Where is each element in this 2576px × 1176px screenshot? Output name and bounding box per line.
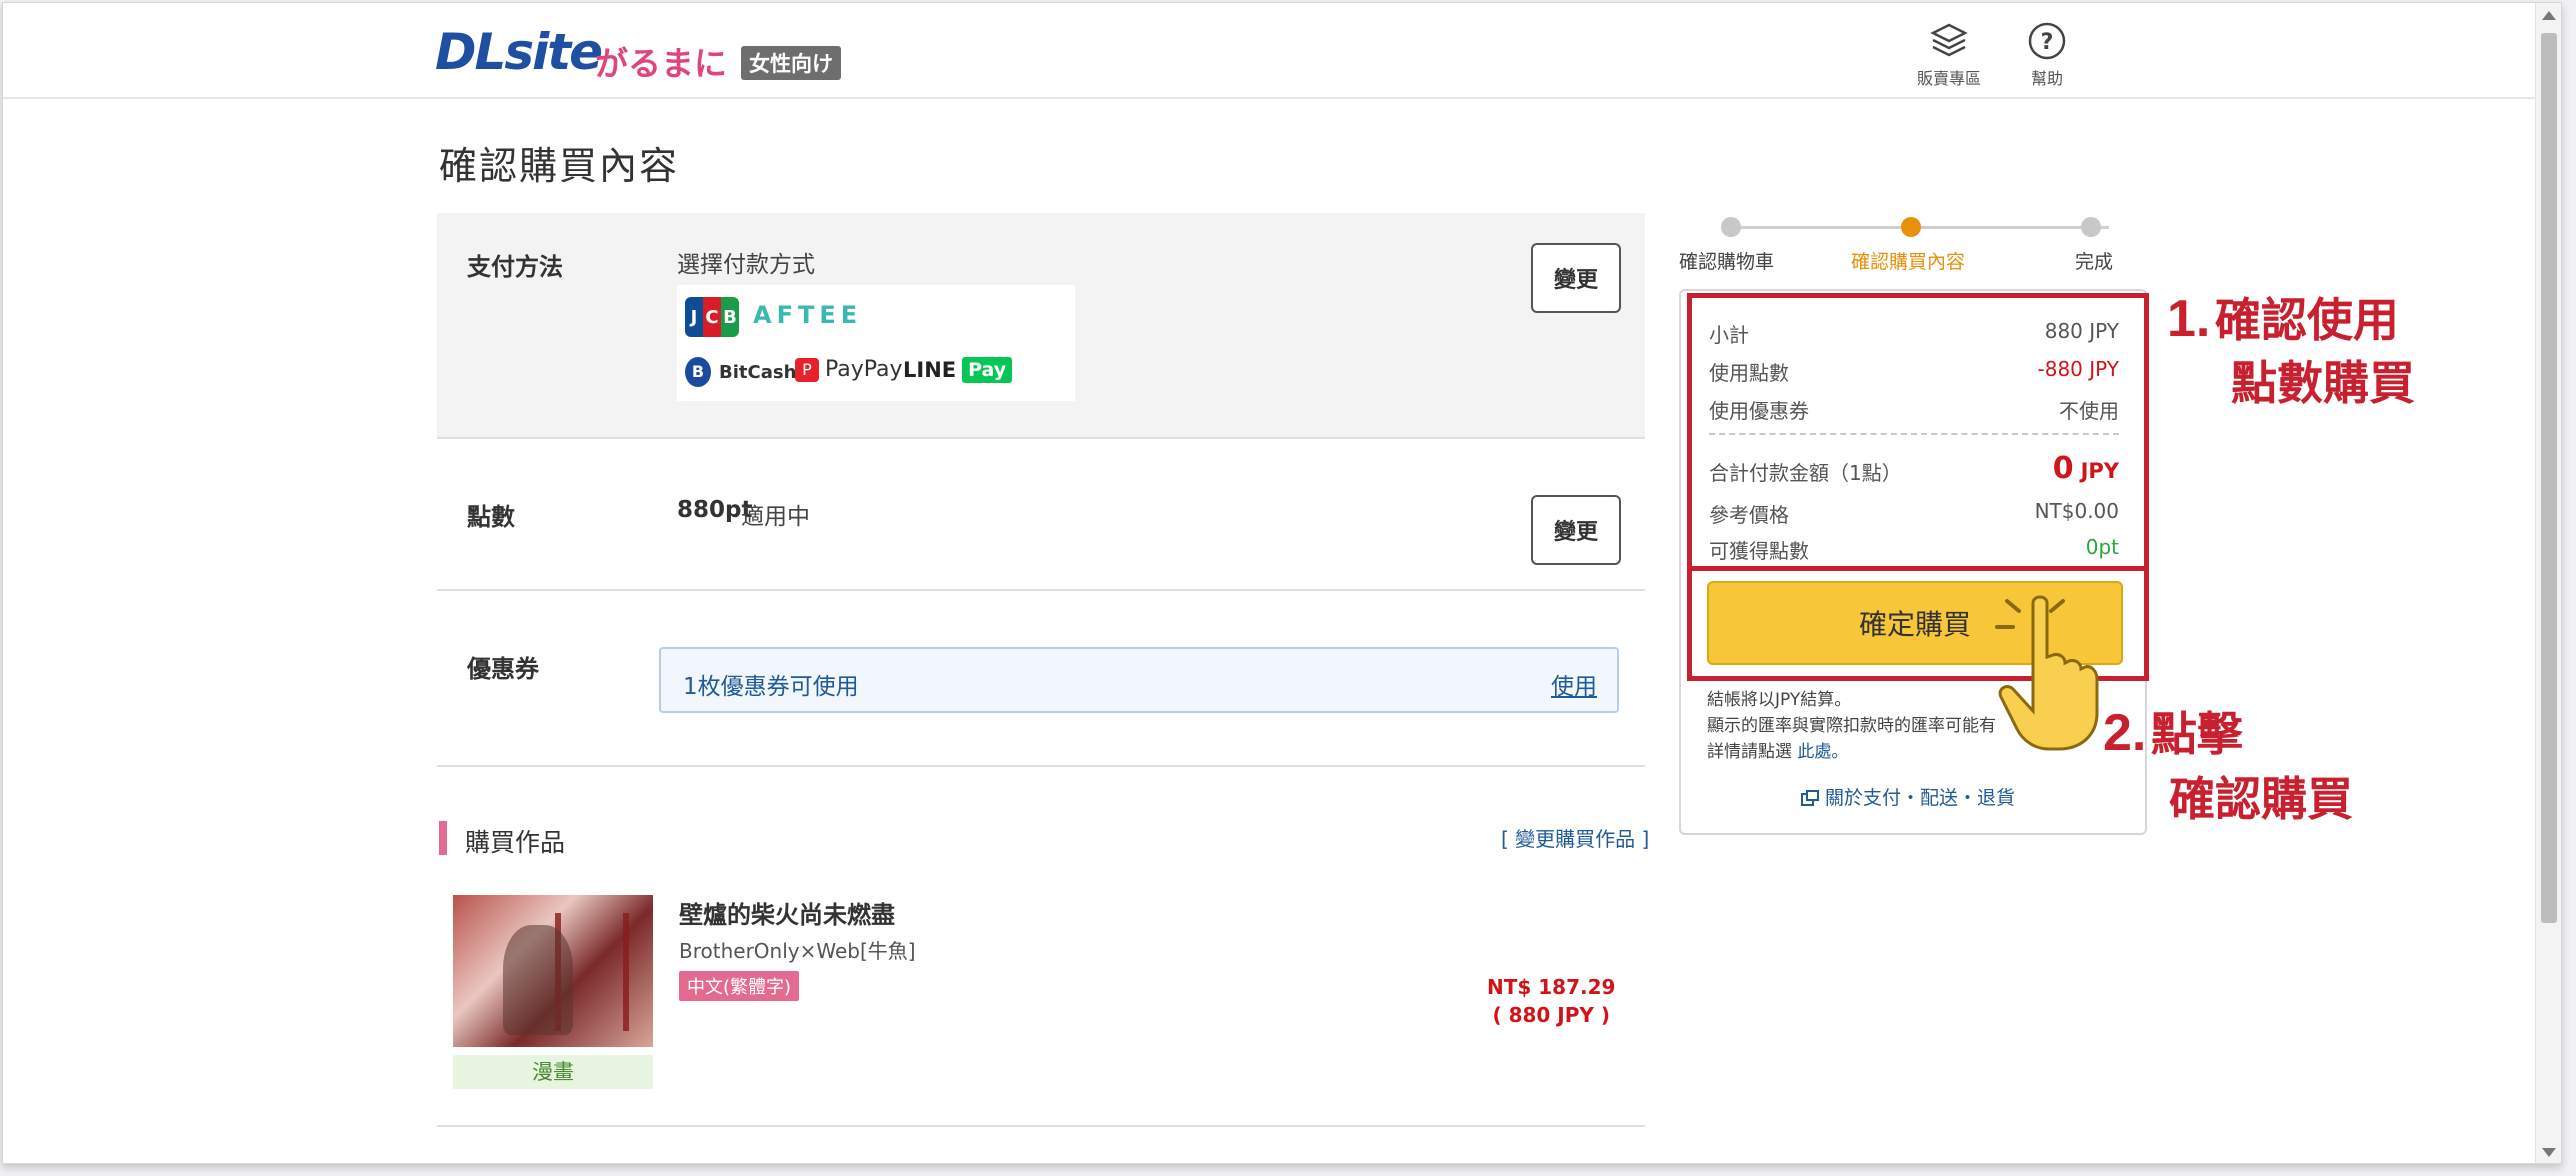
item-title[interactable]: 壁爐的柴火尚未燃盡 [679, 895, 895, 930]
scroll-thumb[interactable] [2541, 33, 2557, 923]
divider [437, 589, 1645, 591]
payment-logos: J C B AFTEE B BitCash P PayPay LINE Pay [677, 285, 1075, 401]
nav-help-button[interactable]: ? 幫助 [2007, 21, 2087, 89]
note-jpy: 結帳將以JPY結算。 [1707, 690, 1852, 710]
paypay-icon: P [795, 357, 819, 382]
pointing-hand-icon [1995, 595, 2099, 751]
logo-badge: 女性向け [741, 46, 841, 80]
annotation-step2: 2. 點擊 [2103, 703, 2243, 763]
item-price-ntd: NT$ 187.29 [1487, 975, 1616, 999]
nav-sales-label: 販賣專區 [1916, 69, 1981, 88]
annotation-step1: 1. 確認使用 [2167, 289, 2399, 349]
logo-garumani: がるまに [595, 44, 727, 83]
step-label-3: 完成 [2075, 251, 2114, 273]
step-dot-1 [1721, 217, 1741, 237]
purchased-items-title: 購買作品 [465, 828, 566, 857]
confirm-purchase-label: 確定購買 [1858, 608, 1971, 641]
external-link-icon [1801, 790, 1819, 806]
note-details: 詳情請點選 此處。 [1707, 742, 1849, 762]
payment-method-prompt: 選擇付款方式 [677, 252, 815, 278]
annotation-step1-line2: 點數購買 [2231, 357, 2415, 409]
change-payment-button[interactable]: 變更 [1531, 243, 1621, 313]
divider [437, 765, 1645, 767]
site-header: DLsite がるまに 女性向け 販賣專區 ? 幫助 [3, 3, 2537, 99]
bitcash-icon: B [685, 357, 711, 387]
item-genre: 漫畫 [453, 1055, 653, 1089]
paypay-logo: P PayPay [795, 357, 903, 382]
scrollbar[interactable] [2535, 3, 2561, 1163]
item-price: NT$ 187.29 ( 880 JPY ) [1487, 973, 1615, 1029]
points-label: 點數 [467, 503, 515, 531]
aftee-logo: AFTEE [753, 301, 863, 329]
step-dot-2 [1901, 217, 1921, 237]
points-status: 適用中 [741, 504, 810, 530]
step-label-2: 確認購買內容 [1851, 251, 1966, 273]
annotation-box-summary [1687, 293, 2149, 571]
divider [437, 1125, 1645, 1127]
payment-method-label: 支付方法 [467, 253, 563, 281]
change-items-link[interactable]: [ 變更購買作品 ] [1501, 823, 1649, 852]
page-title: 確認購買內容 [439, 144, 680, 188]
annotation-step1-line1: 確認使用 [2214, 294, 2399, 346]
change-points-button[interactable]: 變更 [1531, 495, 1621, 565]
scroll-down-arrow-icon[interactable] [2542, 1148, 2556, 1157]
details-link[interactable]: 此處。 [1797, 742, 1848, 762]
annotation-step2-number: 2. [2103, 704, 2147, 762]
item-price-jpy: ( 880 JPY ) [1492, 1003, 1610, 1027]
help-icon: ? [2028, 22, 2066, 60]
item-language-badge: 中文(繁體字) [679, 971, 800, 1001]
jcb-logo: J C B [685, 297, 739, 337]
logo-dlsite[interactable]: DLsite [435, 23, 603, 81]
coupon-label: 優惠券 [467, 655, 539, 683]
browser-frame: DLsite がるまに 女性向け 販賣專區 ? 幫助 確認購買內容 支付方法 選… [2, 2, 2562, 1164]
svg-text:?: ? [2041, 30, 2054, 55]
layers-icon [1930, 23, 1968, 57]
item-cover-image[interactable] [453, 895, 653, 1047]
nav-help-label: 幫助 [2030, 69, 2063, 88]
coupon-box[interactable]: 1枚優惠券可使用 使用 [659, 647, 1619, 713]
step-label-1: 確認購物車 [1679, 251, 1775, 273]
step-dot-3 [2081, 217, 2101, 237]
annotation-step2-line2: 確認購買 [2169, 773, 2353, 825]
section-accent-bar [439, 821, 447, 855]
note-rate: 顯示的匯率與實際扣款時的匯率可能有 [1707, 716, 1996, 736]
nav-sales-button[interactable]: 販賣專區 [1909, 21, 1989, 89]
payment-method-row: 支付方法 選擇付款方式 J C B AFTEE B BitCash P PayPay… [437, 213, 1645, 439]
use-coupon-link[interactable]: 使用 [1551, 667, 1597, 701]
annotation-step2-line1: 點擊 [2150, 708, 2243, 760]
payment-info-link[interactable]: 關於支付・配送・退貨 [1801, 783, 2015, 810]
checkout-steps: 確認購物車 確認購買內容 完成 [1679, 213, 2119, 273]
scroll-up-arrow-icon[interactable] [2542, 11, 2556, 20]
item-author: BrotherOnly×Web[牛魚] [679, 939, 916, 963]
bitcash-logo: B BitCash [685, 357, 796, 387]
linepay-logo: LINE Pay [903, 357, 1013, 383]
coupon-available-text: 1枚優惠券可使用 [683, 674, 859, 700]
annotation-step1-number: 1. [2167, 290, 2211, 348]
